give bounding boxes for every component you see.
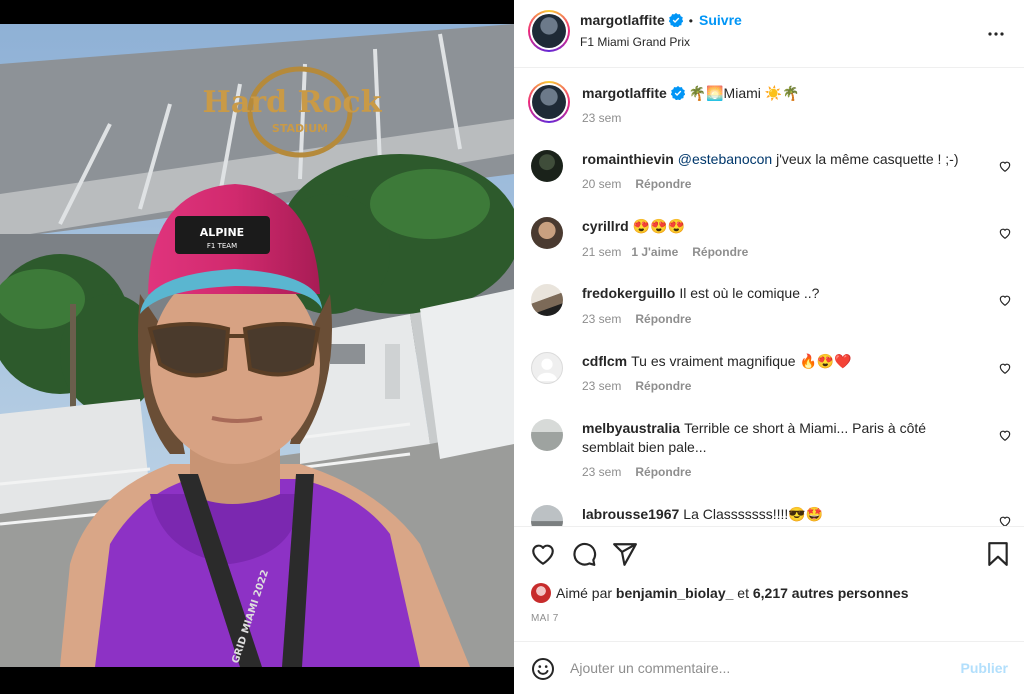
post-header: margotlaffite • Suivre F1 Miami Grand Prix (514, 0, 1024, 68)
comment-like-heart-icon[interactable] (998, 226, 1012, 240)
smiley-icon[interactable] (531, 657, 555, 681)
commenter-username[interactable]: labrousse1967 (582, 506, 679, 522)
bookmark-icon[interactable] (985, 541, 1011, 567)
liked-by-row: Aimé par benjamin_biolay_ et 6,217 autre… (531, 583, 909, 603)
comment-body: melbyaustralia Terrible ce short à Miami.… (582, 419, 982, 457)
caption-avatar[interactable] (528, 81, 570, 123)
default-user-icon (536, 358, 558, 382)
post-location[interactable]: F1 Miami Grand Prix (580, 35, 690, 49)
comment-meta: 23 sem Répondre (582, 465, 691, 479)
comment-body: fredokerguillo Il est où le comique ..? (582, 284, 982, 303)
liked-by-and: et (737, 585, 749, 601)
comment-bubble-icon[interactable] (571, 541, 597, 567)
comment-meta: 23 sem Répondre (582, 312, 691, 326)
comments-list[interactable]: margotlaffite 🌴🌅Miami ☀️🌴 23 sem romaint… (514, 69, 1024, 526)
post-photo[interactable]: Hard Rock STADIUM ALPINE F1 TEAM GRID MI… (0, 24, 514, 667)
commenter-username[interactable]: melbyaustralia (582, 420, 680, 436)
commenter-username[interactable]: cdflcm (582, 353, 627, 369)
comment-likes-count[interactable]: 1 J'aime (631, 245, 678, 259)
commenter-avatar[interactable] (531, 217, 563, 249)
comment-body: labrousse1967 La Classsssss!!!!😎🤩 (582, 505, 982, 524)
reply-button[interactable]: Répondre (635, 177, 691, 191)
reply-button[interactable]: Répondre (635, 312, 691, 326)
comment-text: Tu es vraiment magnifique 🔥😍❤️ (631, 353, 852, 369)
post-date[interactable]: MAI 7 (531, 613, 559, 624)
post-details-panel: margotlaffite • Suivre F1 Miami Grand Prix… (514, 0, 1024, 694)
separator-dot: • (688, 14, 693, 28)
author-avatar[interactable] (528, 10, 570, 52)
comment-text: j'veux la même casquette ! ;-) (772, 151, 959, 167)
post-actions: Aimé par benjamin_biolay_ et 6,217 autre… (514, 526, 1024, 641)
cap-logo-text: ALPINE (200, 226, 244, 239)
more-horizontal-icon[interactable] (984, 22, 1008, 46)
comment-meta: 21 sem 1 J'aime Répondre (582, 245, 748, 259)
stadium-sign-subtext: STADIUM (272, 122, 328, 135)
comment-like-heart-icon[interactable] (998, 293, 1012, 307)
comment-mention[interactable]: @estebanocon (678, 151, 772, 167)
comment-time[interactable]: 23 sem (582, 312, 621, 326)
reply-button[interactable]: Répondre (635, 379, 691, 393)
caption-username[interactable]: margotlaffite (582, 85, 667, 101)
publish-button[interactable]: Publier (961, 660, 1008, 676)
add-comment-bar: Publier (514, 641, 1024, 694)
post-caption: margotlaffite 🌴🌅Miami ☀️🌴 23 sem (514, 69, 1024, 139)
default-avatar[interactable] (531, 352, 563, 384)
comment-body: romainthievin @estebanocon j'veux la même… (582, 150, 982, 169)
heart-icon[interactable] (530, 541, 556, 567)
caption-text-row: margotlaffite 🌴🌅Miami ☀️🌴 (582, 85, 800, 102)
comment-body: cyrillrd 😍😍😍 (582, 217, 982, 236)
comment-time[interactable]: 23 sem (582, 379, 621, 393)
commenter-avatar[interactable] (531, 419, 563, 451)
paper-plane-icon[interactable] (612, 541, 638, 567)
commenter-avatar[interactable] (531, 284, 563, 316)
comment-time[interactable]: 20 sem (582, 177, 621, 191)
verified-badge-icon (670, 86, 685, 100)
comment-text: La Classsssss!!!!😎🤩 (683, 506, 824, 522)
commenter-username[interactable]: fredokerguillo (582, 285, 675, 301)
comment-like-heart-icon[interactable] (998, 361, 1012, 375)
reply-button[interactable]: Répondre (635, 465, 691, 479)
reply-button[interactable]: Répondre (692, 245, 748, 259)
verified-badge-icon (668, 13, 683, 27)
comment-like-heart-icon[interactable] (998, 428, 1012, 442)
header-title-row: margotlaffite • Suivre (580, 12, 742, 28)
comment-like-heart-icon[interactable] (998, 159, 1012, 173)
comment-meta: 23 sem Répondre (582, 379, 691, 393)
comment-meta: 20 sem Répondre (582, 177, 691, 191)
selfie-photo-illustration: Hard Rock STADIUM ALPINE F1 TEAM GRID MI… (0, 24, 514, 667)
liker-avatar[interactable] (531, 583, 551, 603)
caption-text: 🌴🌅Miami ☀️🌴 (688, 85, 800, 101)
liked-by-user[interactable]: benjamin_biolay_ (616, 585, 733, 601)
comment-like-heart-icon[interactable] (998, 514, 1012, 526)
liked-by-others[interactable]: 6,217 autres personnes (753, 585, 909, 601)
comment-time[interactable]: 23 sem (582, 465, 621, 479)
comment-text: Il est où le comique ..? (679, 285, 820, 301)
stadium-sign-text: Hard Rock (202, 85, 382, 120)
commenter-username[interactable]: romainthievin (582, 151, 674, 167)
comment-text: 😍😍😍 (632, 218, 685, 234)
author-username[interactable]: margotlaffite (580, 12, 665, 28)
comment-body: cdflcm Tu es vraiment magnifique 🔥😍❤️ (582, 352, 982, 371)
follow-button[interactable]: Suivre (699, 12, 742, 28)
commenter-avatar[interactable] (531, 505, 563, 526)
comment-time[interactable]: 21 sem (582, 245, 621, 259)
instagram-post-modal: Hard Rock STADIUM ALPINE F1 TEAM GRID MI… (0, 0, 1024, 694)
caption-time[interactable]: 23 sem (582, 111, 621, 125)
liked-by-prefix: Aimé par (556, 585, 613, 601)
comment-input[interactable] (570, 651, 930, 685)
cap-logo-subtext: F1 TEAM (207, 242, 237, 250)
commenter-username[interactable]: cyrillrd (582, 218, 629, 234)
commenter-avatar[interactable] (531, 150, 563, 182)
